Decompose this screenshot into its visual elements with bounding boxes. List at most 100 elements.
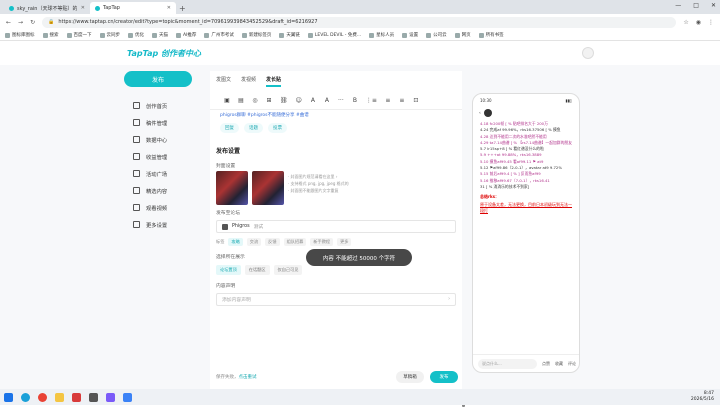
cover-image[interactable]: [216, 171, 248, 205]
bookmark-label: 新建标签页: [248, 33, 272, 38]
reload-icon[interactable]: ↻: [30, 19, 35, 26]
wps-icon[interactable]: [72, 392, 81, 402]
new-tab-button[interactable]: +: [179, 4, 186, 13]
tag-option[interactable]: 组队招募: [283, 238, 307, 246]
bookmark-item[interactable]: 设置: [402, 32, 418, 38]
cover-image[interactable]: [252, 171, 284, 205]
bookmark-item[interactable]: 新建标签页: [241, 32, 272, 38]
url-field[interactable]: 🔒 https://www.taptap.cn/creator/edit?typ…: [42, 16, 677, 28]
star-icon[interactable]: ☆: [683, 19, 688, 26]
forum-select[interactable]: Phigros 测试: [216, 220, 456, 233]
bookmark-item[interactable]: AI推荐: [176, 32, 196, 38]
sidebar-item[interactable]: 创作首页: [124, 97, 196, 114]
browser-tab-strip: sky_rain（天球不等贴）的个人主页 - ✕ TapTap ✕ + — □ …: [0, 0, 720, 14]
bookmark-item[interactable]: 天猫: [152, 32, 168, 38]
tag-option[interactable]: 反馈: [265, 238, 280, 246]
sidebar-item[interactable]: 数据中心: [124, 131, 196, 148]
retry-link[interactable]: 点击重试: [239, 374, 257, 380]
bookmark-item[interactable]: LEVEL DEVIL - 免费...: [307, 32, 361, 38]
cover-tips: · 封面图片规范请看在这里 › · 支持格式 png, jpg, jpeg 格式…: [288, 171, 349, 205]
visibility-option[interactable]: 在话题区: [244, 265, 270, 275]
reply-chip[interactable]: 回复: [220, 123, 239, 133]
system-clock[interactable]: 8:47 2026/5/16: [691, 391, 714, 403]
phone-post-body: 4.18 fc200帧 [ % 贴吧排名大于 200万 4.24 完成af 99.…: [473, 119, 579, 192]
statement-placeholder: 添加内容声明: [222, 298, 251, 303]
toolbar-tool-icon[interactable]: ≡: [385, 97, 391, 104]
visibility-option[interactable]: 仅自己可见: [273, 265, 303, 275]
vote-chip[interactable]: 投票: [268, 123, 287, 133]
phone-post-line: 31 [ % 消消乐的技术不到家]: [480, 183, 530, 189]
toolbar-tool-icon[interactable]: ▤: [238, 97, 244, 104]
sidebar-item[interactable]: 收益管理: [124, 148, 196, 165]
sidebar-item[interactable]: 观看视频: [124, 199, 196, 216]
toolbar-tool-icon[interactable]: A: [324, 97, 330, 104]
chevron-right-icon: ›: [448, 297, 450, 302]
close-tab-icon[interactable]: ✕: [81, 5, 85, 11]
edge-icon[interactable]: [21, 392, 30, 402]
toolbar-tool-icon[interactable]: ⋮≡: [366, 97, 377, 104]
toolbar-tool-icon[interactable]: ⛓: [280, 97, 288, 104]
settings-icon: [133, 221, 140, 228]
statement-select[interactable]: 添加内容声明 ›: [216, 293, 456, 306]
bookmark-item[interactable]: 星标人员: [369, 32, 394, 38]
app-icon[interactable]: [106, 392, 115, 402]
bookmark-item[interactable]: 百度一下: [66, 32, 92, 38]
maximize-button[interactable]: □: [693, 2, 699, 9]
folder-icon[interactable]: [55, 392, 64, 402]
address-bar-row: ← → ↻ 🔒 https://www.taptap.cn/creator/ed…: [0, 14, 720, 30]
visibility-option[interactable]: 论坛置顶: [216, 265, 241, 275]
taptap-logo[interactable]: TapTap 创作者中心: [127, 48, 201, 59]
avatar[interactable]: [582, 47, 594, 59]
bookmark-item[interactable]: 搜索: [42, 32, 59, 38]
editor-tab[interactable]: 发视频: [241, 76, 256, 87]
bookmark-label: 设置: [409, 33, 419, 38]
sidebar-item[interactable]: 精选内容: [124, 182, 196, 199]
tag-option[interactable]: 更多: [337, 238, 352, 246]
topic-chip[interactable]: 话题: [244, 123, 263, 133]
bookmark-item[interactable]: 所有书签: [478, 32, 504, 38]
document-icon: [133, 119, 140, 126]
bookmark-item[interactable]: 广州市考试: [204, 32, 234, 38]
store-icon[interactable]: [89, 392, 98, 402]
tag-option[interactable]: 攻略: [228, 238, 243, 246]
editor-tab[interactable]: 发长贴: [266, 76, 282, 87]
minimize-button[interactable]: —: [675, 2, 681, 9]
tag-option[interactable]: 交流: [246, 238, 262, 246]
toolbar-tool-icon[interactable]: ☺: [296, 97, 302, 104]
tag-option[interactable]: 新手教程: [310, 238, 334, 246]
back-icon[interactable]: ←: [6, 19, 11, 26]
bookmark-label: 所有书签: [485, 33, 504, 38]
ai-icon[interactable]: [123, 392, 132, 402]
profile-icon[interactable]: ◉: [696, 19, 701, 26]
forward-icon[interactable]: →: [18, 19, 23, 26]
toolbar-tool-icon[interactable]: ◎: [252, 97, 258, 104]
bookmark-item[interactable]: 天翼链: [279, 32, 300, 38]
bookmark-item[interactable]: 优化: [128, 32, 144, 38]
bookmark-item[interactable]: 公司云: [426, 32, 447, 38]
toolbar-tool-icon[interactable]: ⊡: [413, 97, 419, 104]
sidebar-publish-button[interactable]: 发布: [124, 71, 192, 87]
toolbar-tool-icon[interactable]: ▣: [224, 97, 230, 104]
toolbar-tool-icon[interactable]: ⊞: [266, 97, 272, 104]
menu-icon[interactable]: ⋮: [708, 19, 714, 26]
toolbar-tool-icon[interactable]: ···: [338, 97, 344, 104]
toolbar-tool-icon[interactable]: ≡: [399, 97, 405, 104]
chrome-icon[interactable]: [38, 392, 47, 402]
close-window-button[interactable]: ✕: [711, 2, 716, 9]
bookmark-item[interactable]: 图标库图标: [5, 32, 35, 38]
sidebar-item[interactable]: 活动广场: [124, 165, 196, 182]
publish-button[interactable]: 发布: [430, 371, 458, 383]
toolbar-tool-icon[interactable]: B: [352, 97, 358, 104]
bookmark-item[interactable]: 云同步: [99, 32, 120, 38]
browser-tab-active[interactable]: TapTap ✕: [90, 2, 176, 14]
sidebar-item[interactable]: 稿件管理: [124, 114, 196, 131]
phone-post-header: ‹: [473, 107, 579, 119]
windows-start-icon[interactable]: [4, 392, 13, 402]
close-tab-icon[interactable]: ✕: [167, 5, 171, 11]
toolbar-tool-icon[interactable]: A: [310, 97, 316, 104]
draft-button[interactable]: 草稿箱: [396, 371, 424, 383]
editor-tab[interactable]: 发图文: [216, 76, 231, 87]
browser-tab[interactable]: sky_rain（天球不等贴）的个人主页 - ✕: [4, 2, 90, 14]
bookmark-item[interactable]: 网页: [454, 32, 471, 38]
sidebar-item[interactable]: 更多设置: [124, 216, 196, 233]
